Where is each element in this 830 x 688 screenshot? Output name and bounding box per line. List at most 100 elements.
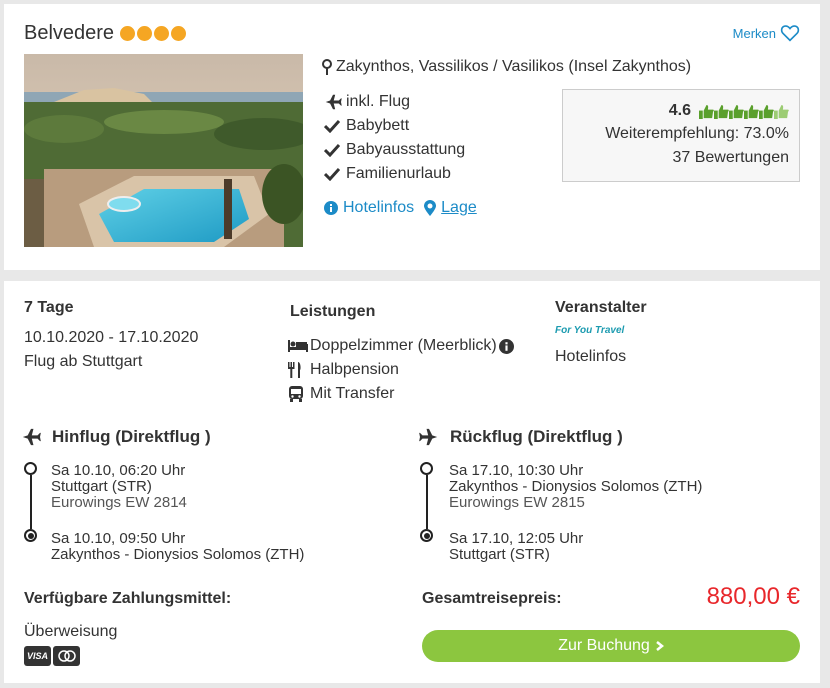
bed-icon [288, 340, 308, 352]
star-icon [154, 26, 170, 41]
timeline-start-icon [420, 462, 433, 475]
return-arrival: Sa 17.10, 12:05 Uhr Stuttgart (STR) [449, 531, 583, 563]
veranstalter-logo: For You Travel [555, 325, 624, 336]
thumb-up-icon [729, 104, 744, 119]
chevron-right-icon [656, 641, 664, 651]
feature-item: Babyausstattung [324, 138, 465, 162]
leistung-label: Halbpension [310, 361, 399, 378]
info-icon[interactable] [498, 338, 514, 354]
thumb-up-icon [759, 104, 774, 119]
timeline-line [29, 475, 32, 529]
return-departure: Sa 17.10, 10:30 Uhr Zakynthos - Dionysio… [449, 463, 702, 511]
visa-icon: VISA [24, 646, 51, 666]
leistungen-title: Leistungen [290, 303, 376, 320]
star-icon [171, 26, 187, 41]
bus-icon [289, 386, 303, 402]
check-icon [324, 119, 340, 133]
rating-recommendation: Weiterempfehlung: 73.0% [605, 125, 789, 142]
heart-icon[interactable] [780, 24, 800, 42]
booking-button[interactable]: Zur Buchung [422, 630, 800, 662]
payment-method: Überweisung [24, 623, 118, 640]
timeline-dot [423, 532, 430, 539]
leistung-item: Halbpension [288, 358, 514, 382]
hotel-name[interactable]: Belvedere [24, 22, 114, 45]
plane-icon [22, 428, 41, 446]
feature-item: Babybett [324, 114, 465, 138]
hotelinfos-label[interactable]: Hotelinfos [343, 199, 414, 217]
return-dep-airport: Zakynthos - Dionysios Solomos (ZTH) [449, 478, 703, 495]
return-dep-time: Sa 17.10, 10:30 Uhr [449, 462, 584, 479]
outbound-departure: Sa 10.10, 06:20 Uhr Stuttgart (STR) Euro… [51, 463, 187, 511]
return-airline: Eurowings EW 2815 [449, 494, 585, 511]
return-flight-header: Rückflug (Direktflug ) [418, 427, 623, 447]
feature-item: inkl. Flug [324, 90, 465, 114]
leistung-item: Doppelzimmer (Meerblick) [288, 334, 514, 358]
rating-thumbs [699, 104, 789, 119]
feature-label: Babyausstattung [346, 141, 466, 158]
hotel-image[interactable] [24, 54, 303, 247]
outbound-airline: Eurowings EW 2814 [51, 494, 187, 511]
hotel-links: Hotelinfos Lage [324, 199, 487, 217]
trip-departure: Flug ab Stuttgart [24, 353, 143, 370]
mastercard-circles-icon [57, 650, 76, 662]
feature-label: Babybett [346, 117, 410, 134]
payment-title: Verfügbare Zahlungsmittel: [24, 590, 232, 607]
outbound-dep-time: Sa 10.10, 06:20 Uhr [51, 462, 186, 479]
outbound-dep-airport: Stuttgart (STR) [51, 478, 152, 495]
cutlery-icon [288, 362, 301, 378]
return-title: Rückflug (Direktflug ) [450, 427, 623, 446]
hotelinfos-link[interactable]: Hotelinfos [324, 199, 414, 217]
outbound-title: Hinflug (Direktflug ) [52, 427, 211, 446]
star-icon [120, 26, 136, 41]
plane-return-icon [419, 428, 438, 446]
info-icon [324, 201, 338, 215]
leistung-label: Mit Transfer [310, 385, 395, 402]
outbound-arrival: Sa 10.10, 09:50 Uhr Zakynthos - Dionysio… [51, 531, 304, 563]
hotel-stars [120, 26, 188, 41]
merken-button[interactable]: Merken [733, 24, 800, 42]
booking-button-label[interactable]: Zur Buchung [558, 637, 650, 655]
rating-box[interactable]: 4.6 Weiterempfehlung: 73.0% 37 Bewertung… [562, 89, 800, 182]
feature-label: inkl. Flug [346, 93, 411, 110]
feature-list: inkl. Flug Babybett Babyausstattung Fami… [324, 90, 465, 186]
rating-score: 4.6 [668, 102, 691, 119]
detail-card: 7 Tage 10.10.2020 - 17.10.2020 Flug ab S… [4, 281, 820, 683]
rating-reviews: 37 Bewertungen [672, 149, 789, 166]
thumb-up-icon [744, 104, 759, 119]
hotel-location: Zakynthos, Vassilikos / Vasilikos (Insel… [322, 58, 691, 76]
check-icon [324, 167, 340, 181]
location-text: Zakynthos, Vassilikos / Vasilikos (Insel… [336, 58, 692, 75]
veranstalter-logo-text: For You Travel [555, 325, 625, 336]
hotel-card: Belvedere Merken Zakynthos, Vassilikos /… [4, 4, 820, 270]
lage-label[interactable]: Lage [441, 199, 477, 217]
thumb-up-icon [699, 104, 714, 119]
rating-score-row: 4.6 [563, 100, 789, 122]
feature-label: Familienurlaub [346, 165, 451, 182]
trip-dates: 10.10.2020 - 17.10.2020 [24, 329, 199, 346]
merken-label[interactable]: Merken [733, 26, 776, 41]
veranstalter-hotelinfos-link[interactable]: Hotelinfos [555, 345, 626, 369]
return-arr-airport: Stuttgart (STR) [449, 546, 550, 563]
star-icon [137, 26, 153, 41]
thumb-up-half-icon [774, 104, 789, 119]
plane-icon [325, 94, 342, 110]
check-icon [324, 143, 340, 157]
payment-cards: VISA [24, 646, 82, 666]
return-timeline [420, 462, 434, 542]
lage-link[interactable]: Lage [424, 199, 477, 217]
outbound-arr-airport: Zakynthos - Dionysios Solomos (ZTH) [51, 546, 305, 563]
timeline-line [425, 475, 428, 529]
outbound-flight-header: Hinflug (Direktflug ) [20, 427, 211, 447]
map-marker-icon [424, 200, 437, 216]
hotel-title[interactable]: Belvedere [24, 22, 188, 45]
mastercard-icon [53, 646, 80, 666]
total-price: 880,00 € [706, 583, 800, 610]
outbound-timeline [24, 462, 38, 542]
map-pin-icon [322, 59, 332, 75]
trip-duration: 7 Tage [24, 299, 74, 316]
timeline-dot [27, 532, 34, 539]
veranstalter-title: Veranstalter [555, 299, 647, 316]
outbound-arr-time: Sa 10.10, 09:50 Uhr [51, 530, 186, 547]
thumb-up-icon [714, 104, 729, 119]
feature-item: Familienurlaub [324, 162, 465, 186]
